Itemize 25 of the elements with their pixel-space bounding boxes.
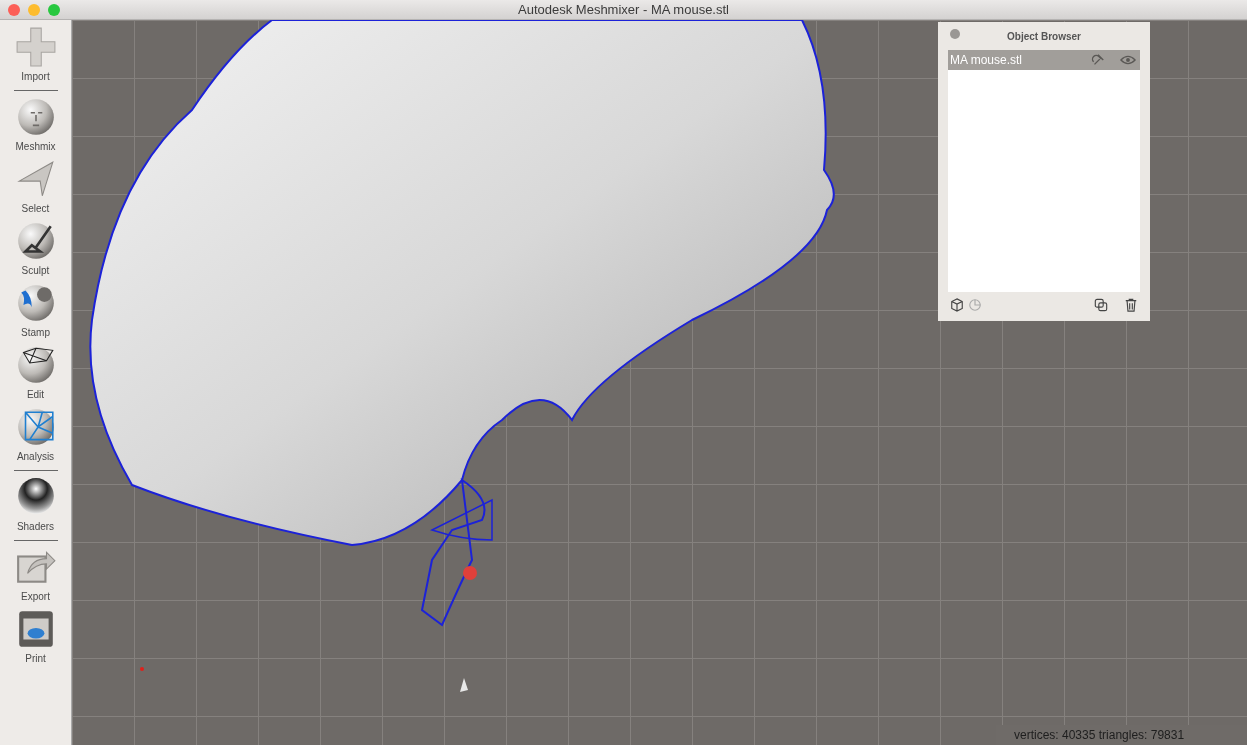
plus-icon bbox=[14, 26, 57, 68]
tool-button[interactable]: Edit bbox=[14, 344, 57, 400]
tool-button[interactable]: Shaders bbox=[14, 476, 57, 532]
tool-button[interactable]: Export bbox=[14, 546, 57, 602]
tool-button[interactable]: Stamp bbox=[14, 282, 57, 338]
close-button[interactable] bbox=[8, 3, 20, 16]
object-name: MA mouse.stl bbox=[950, 53, 1024, 67]
duplicate-icon[interactable] bbox=[1094, 298, 1108, 312]
tool-button[interactable]: Sculpt bbox=[14, 220, 57, 276]
tool-button[interactable]: Import bbox=[14, 26, 57, 82]
window-title: Autodesk Meshmixer - MA mouse.stl bbox=[517, 2, 730, 17]
tool-button[interactable]: Meshmix bbox=[14, 96, 57, 152]
close-icon[interactable] bbox=[950, 29, 960, 39]
3d-viewport[interactable]: Object Browser MA mouse.stl vertices: 40335 triangles: 79831 bbox=[72, 20, 1247, 745]
trash-icon[interactable] bbox=[1124, 298, 1138, 312]
zoom-button[interactable] bbox=[48, 3, 60, 16]
mesh-fragment-drawing bbox=[460, 678, 468, 692]
panel-title: Object Browser bbox=[1007, 30, 1081, 42]
tool-button[interactable]: Analysis bbox=[14, 406, 57, 462]
cube-icon[interactable] bbox=[950, 298, 964, 312]
mesh-stats-text: vertices: 40335 triangles: 79831 bbox=[1014, 728, 1185, 742]
tool-button[interactable]: Select bbox=[14, 158, 57, 214]
point-marker-icon bbox=[140, 667, 144, 671]
tool-button[interactable]: Print bbox=[14, 608, 57, 664]
eye-icon[interactable] bbox=[1120, 53, 1136, 67]
